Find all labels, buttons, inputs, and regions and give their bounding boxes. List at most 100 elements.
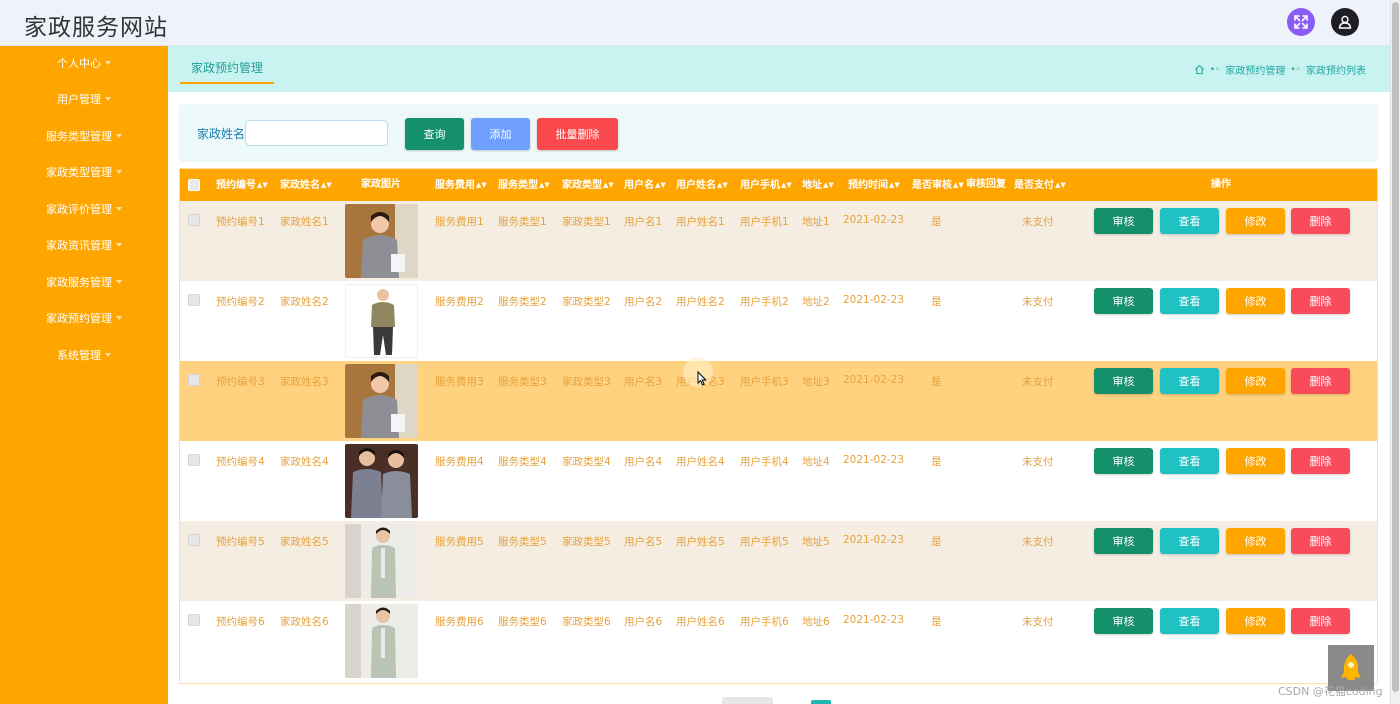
fullscreen-button[interactable] (1287, 8, 1315, 36)
cell-username: 用户名5 (624, 536, 663, 548)
cell-paid: 未支付 (1022, 616, 1054, 628)
delete-button[interactable]: 删除 (1291, 448, 1350, 474)
maid-photo-icon (345, 204, 418, 278)
batch-delete-button[interactable]: 批量删除 (537, 118, 618, 150)
delete-button[interactable]: 删除 (1291, 208, 1350, 234)
pagination-prev-button[interactable] (722, 697, 773, 704)
audit-button[interactable]: 审核 (1094, 448, 1153, 474)
view-button[interactable]: 查看 (1160, 368, 1219, 394)
column-header-service-type[interactable]: 服务类型▲▼ (498, 169, 550, 201)
audit-button[interactable]: 审核 (1094, 288, 1153, 314)
cell-housekeeping-type: 家政类型4 (562, 456, 611, 468)
audit-button[interactable]: 审核 (1094, 208, 1153, 234)
cell-audited: 是 (931, 216, 942, 228)
cell-time: 2021-02-23 (843, 294, 905, 306)
column-header-reply: 审核回复 (966, 179, 1006, 190)
row-checkbox[interactable] (188, 454, 200, 466)
edit-button[interactable]: 修改 (1226, 608, 1285, 634)
edit-button[interactable]: 修改 (1226, 368, 1285, 394)
delete-button[interactable]: 删除 (1291, 528, 1350, 554)
add-button[interactable]: 添加 (471, 118, 530, 150)
column-header-address[interactable]: 地址▲▼ (802, 169, 834, 201)
sidebar-item-label: 用户管理 (57, 93, 101, 106)
cell-service-type: 服务类型2 (498, 296, 547, 308)
row-checkbox[interactable] (188, 614, 200, 626)
cell-realname: 用户姓名1 (676, 216, 725, 228)
table-row[interactable]: 预约编号2 家政姓名2 服务费用2 服务类型2 家政类型2 用户名2 用户姓名2… (180, 281, 1377, 361)
sidebar-item-appointments[interactable]: 家政预约管理 (0, 303, 168, 333)
scrollbar-thumb[interactable] (1392, 2, 1399, 692)
column-header-name[interactable]: 家政姓名▲▼ (280, 169, 332, 201)
caret-down-icon (116, 316, 122, 320)
cell-phone: 用户手机6 (740, 616, 789, 628)
delete-button[interactable]: 删除 (1291, 288, 1350, 314)
table-row[interactable]: 预约编号6 家政姓名6 服务费用6 服务类型6 家政类型6 用户名6 用户姓名6… (180, 601, 1377, 681)
cell-name: 家政姓名3 (280, 376, 329, 388)
view-button[interactable]: 查看 (1160, 288, 1219, 314)
tab-appointment-management[interactable]: 家政预约管理 (180, 59, 275, 84)
edit-button[interactable]: 修改 (1226, 288, 1285, 314)
watermark-text: CSDN @花猫coding (1278, 685, 1383, 698)
column-header-username[interactable]: 用户名▲▼ (624, 169, 666, 201)
cell-id: 预约编号4 (216, 456, 265, 468)
home-icon[interactable] (1194, 64, 1205, 75)
query-button[interactable]: 查询 (405, 118, 464, 150)
search-name-input[interactable] (245, 120, 388, 146)
column-header-fee[interactable]: 服务费用▲▼ (435, 169, 487, 201)
cell-name: 家政姓名1 (280, 216, 329, 228)
sidebar-item-news[interactable]: 家政资讯管理 (0, 230, 168, 260)
cell-realname: 用户姓名6 (676, 616, 725, 628)
cell-time: 2021-02-23 (843, 614, 905, 626)
cell-username: 用户名1 (624, 216, 663, 228)
table-row[interactable]: 预约编号3 家政姓名3 服务费用3 服务类型3 家政类型3 用户名3 用户姓名3… (180, 361, 1377, 441)
sidebar-item-services[interactable]: 家政服务管理 (0, 267, 168, 297)
view-button[interactable]: 查看 (1160, 528, 1219, 554)
cell-service-type: 服务类型3 (498, 376, 547, 388)
sidebar-item-users[interactable]: 用户管理 (0, 84, 168, 114)
sidebar-item-profile[interactable]: 个人中心 (0, 48, 168, 78)
column-header-audited[interactable]: 是否审核▲▼ (912, 169, 964, 201)
column-header-time[interactable]: 预约时间▲▼ (848, 169, 900, 201)
page-scrollbar[interactable] (1390, 0, 1400, 704)
audit-button[interactable]: 审核 (1094, 528, 1153, 554)
table-row[interactable]: 预约编号5 家政姓名5 服务费用5 服务类型5 家政类型5 用户名5 用户姓名5… (180, 521, 1377, 601)
view-button[interactable]: 查看 (1160, 608, 1219, 634)
table-row[interactable]: 预约编号1 家政姓名1 服务费用1 服务类型1 家政类型1 用户名1 用户姓名1… (180, 201, 1377, 281)
audit-button[interactable]: 审核 (1094, 368, 1153, 394)
user-avatar-button[interactable] (1331, 8, 1359, 36)
cell-service-type: 服务类型1 (498, 216, 547, 228)
cell-paid: 未支付 (1022, 536, 1054, 548)
column-header-realname[interactable]: 用户姓名▲▼ (676, 169, 728, 201)
edit-button[interactable]: 修改 (1226, 448, 1285, 474)
table-row[interactable]: 预约编号4 家政姓名4 服务费用4 服务类型4 家政类型4 用户名4 用户姓名4… (180, 441, 1377, 521)
breadcrumb-separator-icon: •◦ (1290, 64, 1301, 75)
pagination-current-page[interactable] (811, 700, 831, 704)
sidebar-item-reviews[interactable]: 家政评价管理 (0, 194, 168, 224)
maid-photo-icon (345, 364, 418, 438)
cell-name: 家政姓名2 (280, 296, 329, 308)
view-button[interactable]: 查看 (1160, 208, 1219, 234)
audit-button[interactable]: 审核 (1094, 608, 1153, 634)
edit-button[interactable]: 修改 (1226, 208, 1285, 234)
edit-button[interactable]: 修改 (1226, 528, 1285, 554)
table-header: 预约编号▲▼ 家政姓名▲▼ 家政图片 服务费用▲▼ 服务类型▲▼ 家政类型▲▼ … (180, 169, 1377, 201)
sort-icon: ▲▼ (257, 181, 268, 189)
delete-button[interactable]: 删除 (1291, 608, 1350, 634)
column-header-paid[interactable]: 是否支付▲▼ (1014, 169, 1066, 201)
column-header-id[interactable]: 预约编号▲▼ (216, 169, 268, 201)
row-checkbox[interactable] (188, 534, 200, 546)
view-button[interactable]: 查看 (1160, 448, 1219, 474)
column-header-housekeeping-type[interactable]: 家政类型▲▼ (562, 169, 614, 201)
breadcrumb-item-appointment-management[interactable]: 家政预约管理 (1225, 62, 1285, 77)
caret-down-icon (116, 207, 122, 211)
sidebar-item-system[interactable]: 系统管理 (0, 340, 168, 370)
delete-button[interactable]: 删除 (1291, 368, 1350, 394)
column-header-phone[interactable]: 用户手机▲▼ (740, 169, 792, 201)
sidebar-item-housekeeping-type[interactable]: 家政类型管理 (0, 157, 168, 187)
row-checkbox[interactable] (188, 214, 200, 226)
sidebar-item-service-type[interactable]: 服务类型管理 (0, 121, 168, 151)
column-header-ops: 操作 (1211, 179, 1231, 190)
select-all-checkbox[interactable] (188, 179, 200, 191)
row-checkbox[interactable] (188, 374, 200, 386)
row-checkbox[interactable] (188, 294, 200, 306)
